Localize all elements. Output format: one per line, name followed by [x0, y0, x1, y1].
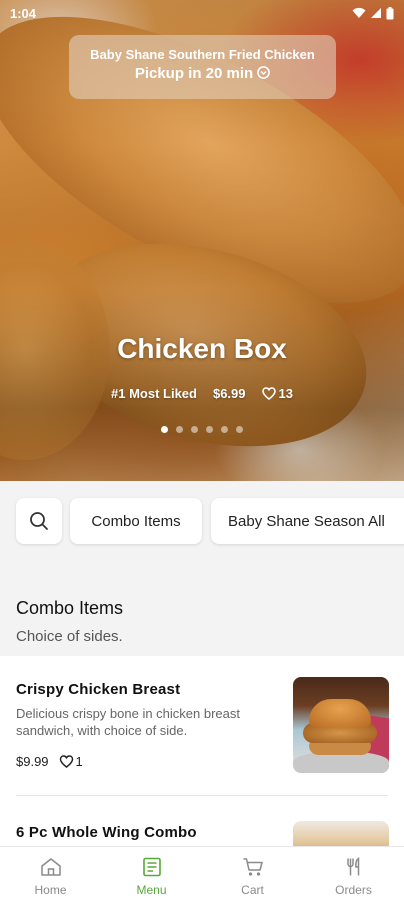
- signal-icon: [371, 8, 381, 18]
- nav-label: Orders: [335, 883, 372, 897]
- menu-item-likes[interactable]: 1: [59, 754, 83, 769]
- hero-meta: #1 Most Liked $6.99 13: [0, 386, 404, 401]
- restaurant-name: Baby Shane Southern Fried Chicken: [90, 47, 315, 62]
- app-screen: 1:04 Baby Shane Southern Fried Chicken P…: [0, 0, 404, 900]
- menu-item-image: [293, 821, 389, 846]
- menu-item-image: [293, 677, 389, 773]
- nav-menu[interactable]: Menu: [101, 847, 202, 900]
- heart-icon: [59, 755, 73, 768]
- category-chip-combo-items[interactable]: Combo Items: [70, 498, 202, 544]
- search-button[interactable]: [16, 498, 62, 544]
- search-icon: [30, 512, 48, 530]
- menu-icon: [142, 857, 161, 877]
- category-chip-season-all[interactable]: Baby Shane Season All: [211, 498, 404, 544]
- section-subtitle: Choice of sides.: [16, 628, 123, 645]
- pickup-time-row: Pickup in 20 min: [69, 65, 336, 82]
- nav-label: Menu: [136, 883, 167, 897]
- menu-item-description: Delicious crispy bone in chicken breast …: [16, 706, 240, 738]
- menu-item-6pc-whole-wing-combo[interactable]: 6 Pc Whole Wing Combo: [0, 796, 404, 846]
- section-title: Combo Items: [16, 598, 124, 618]
- bottom-navigation: Home Menu Cart Orders: [0, 846, 404, 900]
- hero-title: Chicken Box: [117, 333, 287, 364]
- menu-item-crispy-chicken-breast[interactable]: Crispy Chicken Breast Delicious crispy b…: [0, 656, 404, 796]
- menu-item-price: $9.99: [16, 754, 49, 769]
- cart-icon: [243, 858, 263, 876]
- hero-price: $6.99: [212, 386, 246, 401]
- thumb-bun-bottom: [309, 741, 371, 755]
- carousel-dot[interactable]: [161, 426, 168, 433]
- hero-rank: #1 Most Liked: [111, 386, 197, 401]
- status-time: 1:04: [10, 5, 37, 21]
- carousel-dot[interactable]: [176, 426, 183, 433]
- nav-home[interactable]: Home: [0, 847, 101, 900]
- chevron-down-icon: [257, 66, 271, 79]
- nav-label: Home: [34, 883, 67, 897]
- carousel-dot[interactable]: [236, 426, 243, 433]
- fork-knife-icon: [346, 857, 359, 876]
- nav-label: Cart: [241, 883, 264, 897]
- menu-item-meta: $9.99 1: [16, 754, 83, 769]
- hero-likes: 13: [261, 386, 293, 401]
- menu-item-name: 6 Pc Whole Wing Combo: [16, 824, 197, 841]
- hero-likes-count: 13: [278, 386, 293, 401]
- category-filter-bar: Combo Items Baby Shane Season All: [0, 481, 404, 561]
- section-header: Combo Items Choice of sides.: [16, 598, 123, 645]
- menu-item-list: Crispy Chicken Breast Delicious crispy b…: [0, 656, 404, 846]
- pickup-info-card[interactable]: Baby Shane Southern Fried Chicken Pickup…: [69, 35, 336, 99]
- nav-cart[interactable]: Cart: [202, 847, 303, 900]
- carousel-dot[interactable]: [206, 426, 213, 433]
- menu-item-likes-count: 1: [75, 754, 83, 769]
- menu-item-name: Crispy Chicken Breast: [16, 681, 181, 698]
- battery-icon: [386, 6, 394, 19]
- status-bar: 1:04: [0, 0, 404, 26]
- heart-icon: [261, 387, 276, 400]
- status-icons: [352, 6, 394, 20]
- carousel-dot[interactable]: [191, 426, 198, 433]
- pickup-time: Pickup in 20 min: [134, 65, 254, 82]
- hero-banner[interactable]: 1:04 Baby Shane Southern Fried Chicken P…: [0, 0, 404, 481]
- carousel-dot[interactable]: [221, 426, 228, 433]
- wifi-icon: [352, 7, 366, 18]
- nav-orders[interactable]: Orders: [303, 847, 404, 900]
- carousel-dots[interactable]: [0, 426, 404, 433]
- thumb-bun-top: [309, 699, 371, 727]
- home-icon: [40, 858, 61, 876]
